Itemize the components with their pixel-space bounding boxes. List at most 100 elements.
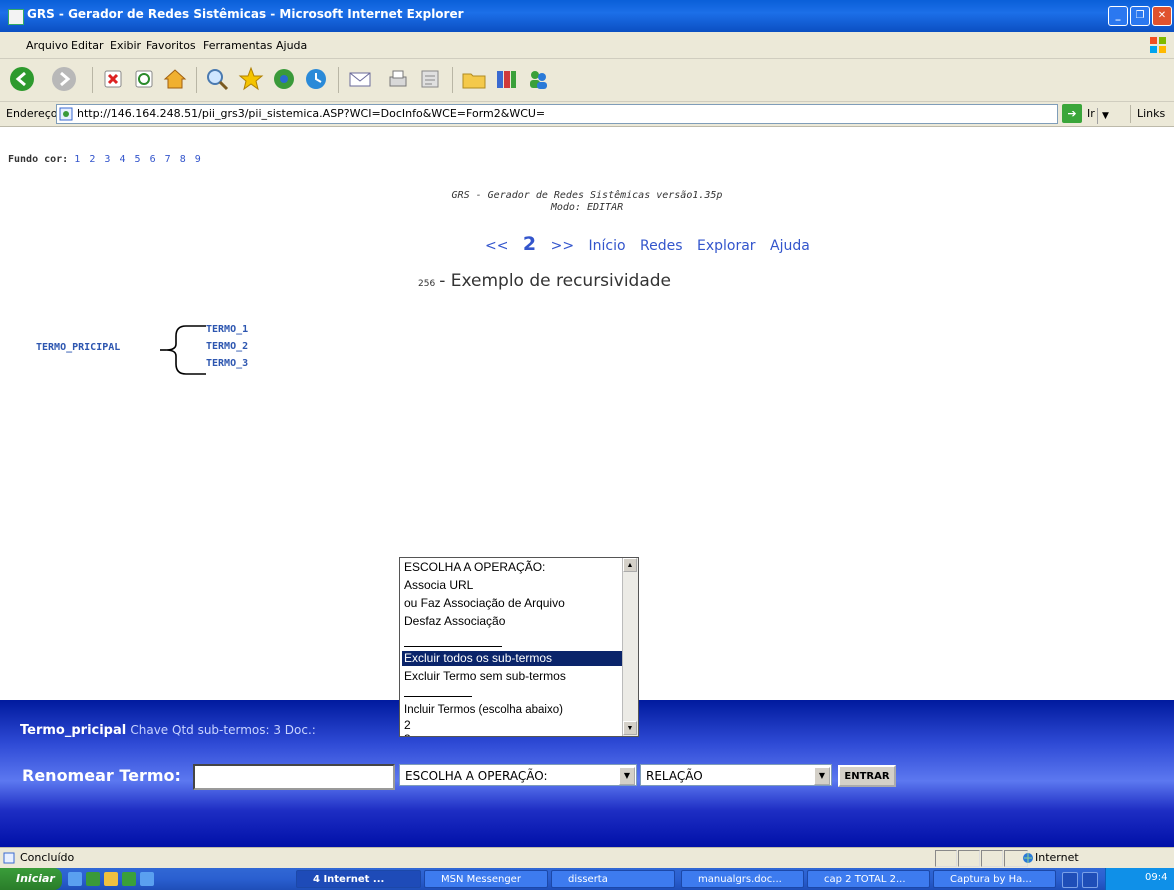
option-2[interactable]: 2 (404, 718, 411, 733)
tray-toolbar-icon-2[interactable] (1082, 872, 1098, 888)
folder-button[interactable] (460, 65, 488, 93)
listbox-scrollbar[interactable]: ▲ ▼ (622, 558, 638, 736)
color-link-6[interactable]: 6 (150, 154, 156, 165)
color-link-3[interactable]: 3 (104, 154, 110, 165)
option-3[interactable]: 3 (404, 732, 411, 736)
search-button[interactable] (203, 65, 231, 93)
option-separator-2 (404, 696, 472, 697)
term-info: Termo_pricipal Chave Qtd sub-termos: 3 D… (20, 723, 316, 738)
color-link-9[interactable]: 9 (195, 154, 201, 165)
menu-exibir[interactable]: Exibir (110, 39, 141, 52)
option-separator-1 (404, 646, 502, 647)
rename-term-input[interactable] (193, 764, 395, 790)
relation-select[interactable]: RELAÇÃO ▼ (640, 764, 832, 786)
app-title-version: GRS - Gerador de Redes Sistêmicas versão… (451, 190, 723, 201)
nav-redes-link[interactable]: Redes (640, 238, 683, 254)
color-link-4[interactable]: 4 (119, 154, 125, 165)
scroll-up-icon[interactable]: ▲ (623, 558, 637, 572)
nav-explorar-link[interactable]: Explorar (697, 238, 756, 254)
option-associa-url[interactable]: Associa URL (404, 578, 473, 593)
record-number: 256 (418, 279, 436, 289)
record-title-text: - Exemplo de recursividade (439, 271, 672, 291)
address-input[interactable]: http://146.164.248.51/pii_grs3/pii_siste… (56, 104, 1113, 124)
edit-button[interactable] (416, 65, 444, 93)
star-icon (238, 66, 264, 91)
go-button[interactable]: ➔ (1062, 104, 1082, 123)
show-desktop-icon[interactable] (68, 872, 82, 886)
status-text: Concluído (20, 851, 75, 864)
tree-child-term-2[interactable]: TERMO_2 (206, 341, 248, 352)
tree-child-term-3[interactable]: TERMO_3 (206, 358, 248, 369)
clock: 09:4 (1145, 872, 1168, 883)
messenger-button[interactable] (524, 65, 552, 93)
favorites-button[interactable] (237, 65, 265, 93)
color-link-7[interactable]: 7 (165, 154, 171, 165)
color-link-2[interactable]: 2 (89, 154, 95, 165)
task-disserta[interactable]: disserta (551, 870, 675, 888)
go-label[interactable]: Ir (1087, 107, 1095, 120)
research-button[interactable] (492, 65, 520, 93)
folder-quicklaunch-icon[interactable] (140, 872, 154, 886)
task-manualgrs[interactable]: manualgrs.doc... (681, 870, 804, 888)
address-dropdown-button[interactable]: ▼ (1097, 108, 1113, 124)
nav-prev-link[interactable]: << (485, 238, 508, 254)
messenger-quicklaunch-icon[interactable] (122, 872, 136, 886)
operation-dropdown-icon[interactable]: ▼ (619, 767, 635, 785)
page-done-icon (3, 852, 15, 864)
menu-bar: Arquivo Editar Exibir Favoritos Ferramen… (0, 32, 1174, 59)
window-title-bar[interactable]: GRS - Gerador de Redes Sistêmicas - Micr… (0, 0, 1174, 32)
messenger-icon (530, 71, 547, 89)
mail-button[interactable] (346, 65, 374, 93)
enter-button[interactable]: ENTRAR (838, 765, 896, 787)
media-button[interactable] (270, 65, 298, 93)
operation-listbox[interactable]: ESCOLHA A OPERAÇÃO: Associa URL ou Faz A… (399, 557, 639, 737)
nav-next-link[interactable]: >> (551, 238, 574, 254)
ie-page-icon (8, 9, 24, 25)
menu-ajuda[interactable]: Ajuda (276, 39, 307, 52)
option-associa-arquivo[interactable]: ou Faz Associação de Arquivo (404, 596, 565, 611)
home-button[interactable] (161, 65, 189, 93)
color-link-1[interactable]: 1 (74, 154, 80, 165)
app-title: GRS - Gerador de Redes Sistêmicas versão… (0, 190, 1174, 214)
color-link-8[interactable]: 8 (180, 154, 186, 165)
tree-child-term-1[interactable]: TERMO_1 (206, 324, 248, 335)
option-escolha[interactable]: ESCOLHA A OPERAÇÃO: (404, 560, 545, 575)
stop-button[interactable] (99, 65, 127, 93)
menu-editar[interactable]: Editar (71, 39, 104, 52)
ie-quicklaunch-icon[interactable] (86, 872, 100, 886)
windows-logo-icon (1150, 37, 1166, 53)
history-button[interactable] (302, 65, 330, 93)
menu-favoritos[interactable]: Favoritos (146, 39, 196, 52)
scroll-down-icon[interactable]: ▼ (623, 721, 637, 735)
back-button[interactable] (8, 65, 36, 93)
operation-select[interactable]: ESCOLHA A OPERAÇÃO: ▼ (399, 764, 637, 786)
nav-inicio-link[interactable]: Início (589, 238, 626, 254)
task-captura[interactable]: Captura by Ha... (933, 870, 1056, 888)
nav-ajuda-link[interactable]: Ajuda (770, 238, 810, 254)
option-incluir-termos[interactable]: Incluir Termos (escolha abaixo) (404, 703, 563, 718)
maximize-button[interactable]: ❐ (1130, 6, 1150, 26)
start-button[interactable]: Iniciar (0, 868, 62, 890)
task-msn-messenger[interactable]: MSN Messenger (424, 870, 548, 888)
forward-button[interactable] (50, 65, 78, 93)
task-internet-explorer[interactable]: 4 Internet ... (296, 870, 421, 888)
media-icon (274, 69, 294, 89)
close-button[interactable]: ✕ (1152, 6, 1172, 26)
print-button[interactable] (384, 65, 412, 93)
refresh-button[interactable] (130, 65, 158, 93)
menu-arquivo[interactable]: Arquivo (26, 39, 68, 52)
option-excluir-todos[interactable]: Excluir todos os sub-termos (402, 651, 622, 666)
color-link-5[interactable]: 5 (135, 154, 141, 165)
security-zone: Internet (1035, 851, 1079, 864)
links-label[interactable]: Links (1137, 107, 1165, 120)
tree-root-term[interactable]: TERMO_PRICIPAL (36, 342, 120, 353)
menu-ferramentas[interactable]: Ferramentas (203, 39, 272, 52)
tree-brace (160, 325, 206, 375)
minimize-button[interactable]: _ (1108, 6, 1128, 26)
tray-toolbar-icon[interactable] (1062, 872, 1078, 888)
option-excluir-termo[interactable]: Excluir Termo sem sub-termos (404, 669, 566, 684)
relation-dropdown-icon[interactable]: ▼ (814, 767, 830, 785)
outlook-quicklaunch-icon[interactable] (104, 872, 118, 886)
task-cap2[interactable]: cap 2 TOTAL 2... (807, 870, 930, 888)
option-desfaz-associacao[interactable]: Desfaz Associação (404, 614, 505, 629)
